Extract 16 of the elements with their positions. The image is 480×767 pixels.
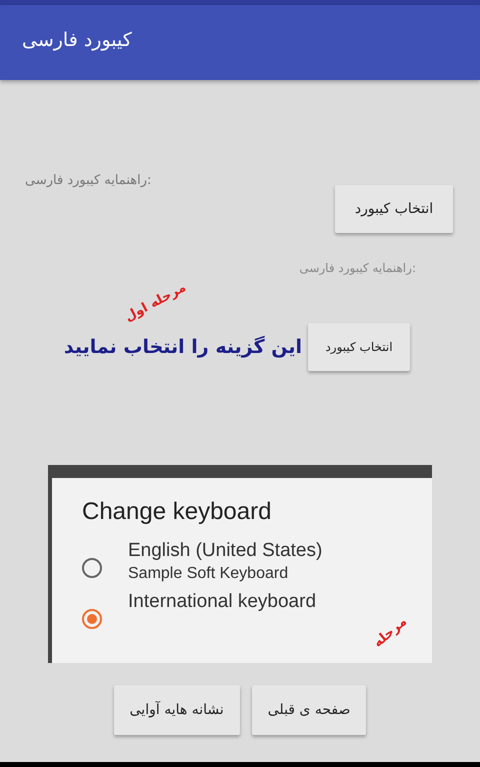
- choose-keyboard-button[interactable]: انتخاب کیبورد: [335, 185, 453, 233]
- option-label: English (United States): [128, 540, 322, 562]
- radio-button[interactable]: [82, 558, 102, 578]
- step-annotation: مرحله اول: [122, 280, 189, 325]
- option-sublabel: Sample Soft Keyboard: [128, 565, 290, 583]
- guide-label: راهنمایه کیبورد فارسی:: [299, 261, 416, 275]
- option-label: International keyboard: [128, 591, 316, 613]
- app-title: کیبورد فارسی: [22, 28, 132, 53]
- instruction-annotation: این گزینه را انتخاب نمایید: [64, 336, 302, 358]
- nav-button[interactable]: نشانه هایه آوایی: [114, 685, 240, 735]
- step-annotation: مرحله: [371, 614, 410, 651]
- radio-button[interactable]: [82, 609, 102, 629]
- guide-label: راهنمایه کیبورد فارسی:: [25, 173, 152, 188]
- dialog-title: Change keyboard: [82, 498, 272, 526]
- choose-keyboard-button[interactable]: انتخاب کیبورد: [308, 323, 410, 371]
- nav-button[interactable]: صفحه ی قبلی: [252, 685, 366, 735]
